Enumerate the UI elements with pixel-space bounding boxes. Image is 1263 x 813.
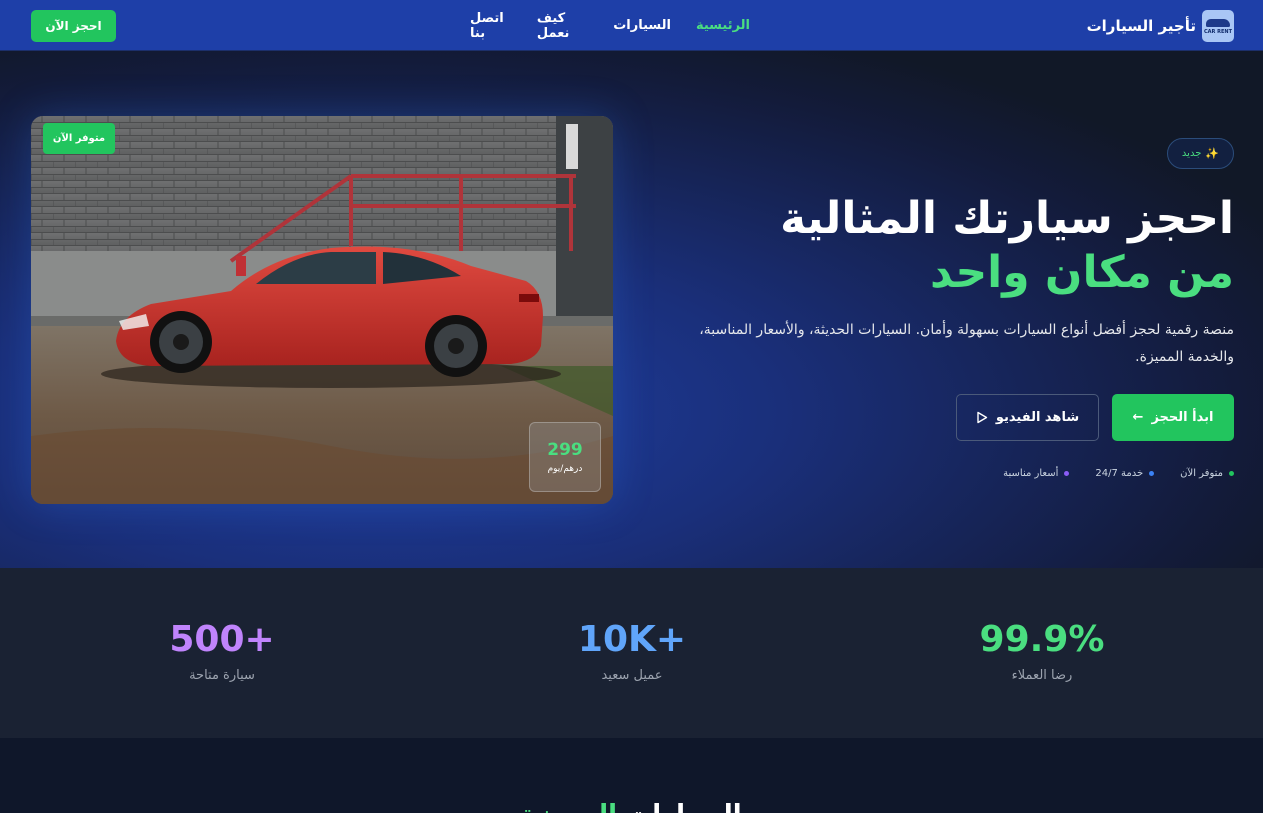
nav-link-cars[interactable]: السيارات — [613, 18, 671, 33]
section-heading-green: المميزة — [521, 800, 617, 813]
nav-link-contact[interactable]: اتصل بنا — [470, 11, 512, 41]
stat-label: عميل سعيد — [601, 668, 663, 683]
feature-label: متوفر الآن — [1180, 467, 1223, 479]
new-tag: ✨ جديد — [1167, 138, 1234, 169]
nav-link-home[interactable]: الرئيسية — [696, 18, 750, 33]
book-now-button[interactable]: احجز الآن — [31, 10, 116, 42]
stat-satisfaction: 99.9% رضا العملاء — [912, 618, 1172, 683]
section-heading: السيارات المميزة — [0, 800, 1263, 813]
feature-available: متوفر الآن — [1180, 468, 1234, 479]
status-dot — [1149, 470, 1155, 476]
price-value: 299 — [547, 440, 583, 460]
new-tag-label: جديد — [1181, 148, 1202, 159]
hero-section: متوفر الآن 299 درهم/يوم ✨ جديد احجز سيار… — [0, 51, 1263, 568]
features-list: متوفر الآن خدمة 24/7 أسعار مناسبة — [1003, 465, 1234, 481]
watch-video-button[interactable]: شاهد الفيديو — [956, 394, 1099, 441]
logo-text: CAR RENT — [1204, 29, 1232, 35]
nav-link-how-it-works[interactable]: كيف نعمل — [537, 11, 588, 41]
stat-value: 500+ — [169, 619, 275, 660]
feature-label: أسعار مناسبة — [1003, 467, 1059, 479]
stat-value: 10K+ — [577, 619, 687, 660]
watch-video-label: شاهد الفيديو — [995, 410, 1080, 425]
stat-value: 99.9% — [979, 619, 1105, 660]
brand-name: تأجير السيارات — [1086, 17, 1196, 35]
hero-description: منصة رقمية لحجز أفضل أنواع السيارات بسهو… — [699, 322, 1234, 365]
sparkles-icon: ✨ — [1205, 147, 1220, 160]
feature-label: خدمة 24/7 — [1095, 467, 1144, 479]
navbar: CAR RENT تأجير السيارات الرئيسية السيارا… — [0, 0, 1263, 51]
car-photo — [31, 116, 613, 504]
price-box: 299 درهم/يوم — [529, 422, 601, 492]
availability-badge: متوفر الآن — [43, 123, 115, 154]
stat-customers: 10K+ عميل سعيد — [502, 618, 762, 683]
play-icon — [977, 411, 988, 424]
status-dot — [1064, 470, 1070, 476]
arrow-left-icon: ← — [1132, 410, 1144, 425]
car-logo-icon: CAR RENT — [1202, 10, 1234, 42]
stat-label: سيارة متاحة — [189, 668, 255, 683]
brand[interactable]: CAR RENT تأجير السيارات — [1087, 10, 1234, 42]
nav-links: الرئيسية السيارات كيف نعمل اتصل بنا — [470, 0, 750, 51]
stats-section: 99.9% رضا العملاء 10K+ عميل سعيد 500+ سي… — [0, 568, 1263, 738]
start-booking-button[interactable]: ابدأ الحجز ← — [1112, 394, 1234, 441]
section-heading-white: السيارات — [626, 800, 742, 813]
featured-cars-section: السيارات المميزة — [0, 738, 1263, 813]
hero-title: احجز سيارتك المثالية — [780, 193, 1234, 244]
stat-label: رضا العملاء — [1011, 668, 1073, 683]
feature-prices: أسعار مناسبة — [1003, 467, 1070, 479]
stat-cars: 500+ سيارة متاحة — [92, 618, 352, 683]
car-image-card: متوفر الآن 299 درهم/يوم — [31, 116, 613, 504]
hero-title-highlight: من مكان واحد — [930, 247, 1234, 298]
price-unit: درهم/يوم — [547, 464, 583, 474]
start-booking-label: ابدأ الحجز — [1151, 410, 1214, 425]
status-dot — [1229, 470, 1234, 476]
feature-service: خدمة 24/7 — [1095, 467, 1155, 479]
